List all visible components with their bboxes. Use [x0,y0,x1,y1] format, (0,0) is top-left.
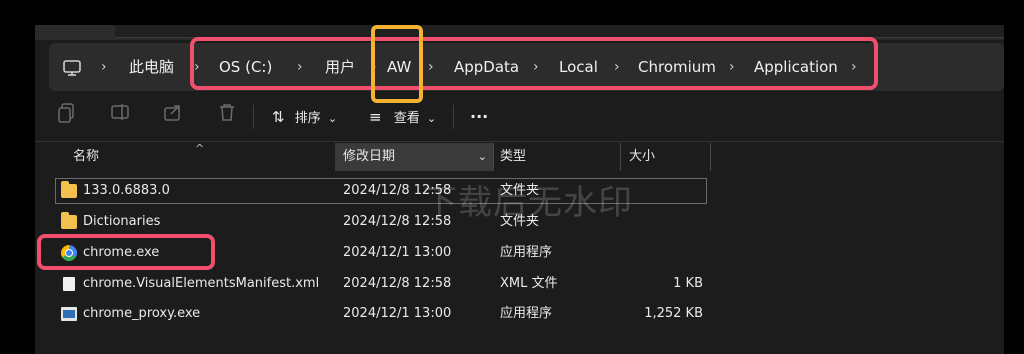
file-date: 2024/12/1 13:00 [343,306,452,321]
view-lines-icon: ≡ [369,108,382,126]
column-name[interactable]: 名称 [73,143,99,171]
red-highlight-breadcrumb [190,37,878,90]
column-type[interactable]: 类型 [500,143,526,171]
app-icon [61,307,77,321]
chevron-right-icon[interactable]: › [101,43,107,91]
file-name: chrome_proxy.exe [83,306,201,321]
toolbar-separator [253,105,254,129]
column-divider[interactable] [493,143,494,171]
sort-ascending-icon: ^ [195,142,205,155]
file-size: 1 KB [673,276,703,291]
sort-label: 排序 [294,111,321,126]
command-bar: ⇅ 排序 ⌄ ≡ 查看 ⌄ ··· [35,95,1004,142]
column-header-row: 名称 ^ 修改日期 ⌄ 类型 大小 [35,142,1004,171]
watermark-text: 下载后无水印 [423,183,633,223]
file-row[interactable]: chrome.VisualElementsManifest.xml 2024/1… [55,271,707,297]
sort-button[interactable]: ⇅ 排序 ⌄ [272,103,337,131]
file-type: 应用程序 [500,245,553,260]
folder-icon [61,181,77,198]
monitor-icon [63,59,81,76]
column-size[interactable]: 大小 [629,143,655,171]
share-icon[interactable] [161,103,185,127]
chevron-down-icon: ⌄ [327,112,338,125]
delete-icon[interactable] [215,103,239,127]
rename-icon[interactable] [109,103,133,127]
column-divider[interactable] [710,143,711,171]
file-explorer-window: › 此电脑 › OS (C:) › 用户 › AW › AppData › Lo… [35,25,1004,354]
folder-icon [61,212,77,229]
yellow-highlight-aw [371,25,423,103]
column-divider[interactable] [620,143,621,171]
file-row[interactable]: chrome_proxy.exe 2024/12/1 13:00 应用程序 1,… [55,301,707,327]
chevron-down-icon: ⌄ [477,150,487,163]
this-pc-icon[interactable] [63,43,81,91]
file-size: 1,252 KB [644,306,703,321]
toolbar-separator [453,105,454,129]
file-type: XML 文件 [500,276,558,291]
chevron-down-icon: ⌄ [426,112,437,125]
breadcrumb-this-pc[interactable]: 此电脑 [129,43,174,91]
column-date-label: 修改日期 [343,149,396,164]
file-date: 2024/12/8 12:58 [343,276,452,291]
copy-icon[interactable] [55,103,79,127]
file-name: chrome.VisualElementsManifest.xml [83,276,320,291]
column-date-modified[interactable]: 修改日期 ⌄ [335,143,493,171]
file-name: Dictionaries [83,214,161,229]
sort-arrows-icon: ⇅ [272,108,285,126]
view-label: 查看 [393,111,420,126]
file-type: 应用程序 [500,306,553,321]
file-date: 2024/12/1 13:00 [343,245,452,260]
file-name: 133.0.6883.0 [83,183,170,198]
xml-file-icon [63,277,75,291]
more-options-button[interactable]: ··· [470,103,488,131]
view-button[interactable]: ≡ 查看 ⌄ [369,103,436,131]
red-highlight-chrome-exe [37,234,215,270]
file-size [615,240,703,266]
